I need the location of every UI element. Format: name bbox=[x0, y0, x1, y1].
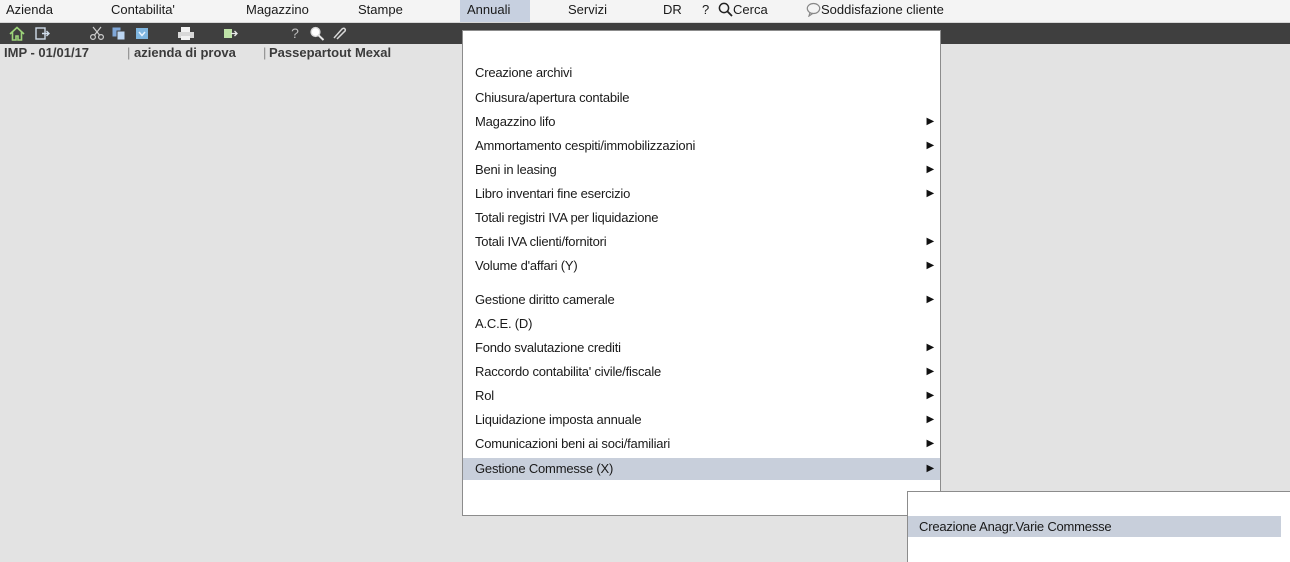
menu-item-beni-leasing[interactable]: Beni in leasing ▶ bbox=[463, 159, 940, 180]
menu-item-raccordo-contabilita[interactable]: Raccordo contabilita' civile/fiscale ▶ bbox=[463, 361, 940, 382]
menu-item-ammortamento[interactable]: Ammortamento cespiti/immobilizzazioni ▶ bbox=[463, 135, 940, 156]
menu-soddisfazione-label: Soddisfazione cliente bbox=[821, 2, 944, 17]
print-icon[interactable] bbox=[175, 24, 197, 43]
menu-item-label: Volume d'affari (Y) bbox=[475, 258, 578, 273]
menu-item-libro-inventari[interactable]: Libro inventari fine esercizio ▶ bbox=[463, 183, 940, 204]
menu-item-label: Magazzino lifo bbox=[475, 114, 556, 129]
menu-magazzino-label: Magazzino bbox=[246, 2, 309, 17]
menu-item-creazione-archivi[interactable]: Creazione archivi bbox=[463, 62, 940, 83]
menu-item-label: Beni in leasing bbox=[475, 162, 557, 177]
exit-icon[interactable] bbox=[31, 24, 53, 43]
menu-soddisfazione[interactable]: Soddisfazione cliente bbox=[800, 0, 950, 22]
submenu-arrow-icon: ▶ bbox=[926, 342, 935, 353]
menu-item-liquidazione-imposta[interactable]: Liquidazione imposta annuale ▶ bbox=[463, 409, 940, 430]
submenu-arrow-icon: ▶ bbox=[926, 390, 935, 401]
product-name: Passepartout Mexal bbox=[269, 45, 392, 60]
menu-item-label: Creazione Anagr.Varie Commesse bbox=[919, 519, 1112, 534]
copy-icon[interactable] bbox=[108, 24, 130, 43]
menu-item-diritto-camerale[interactable]: Gestione diritto camerale ▶ bbox=[463, 289, 940, 310]
menu-item-totali-registri-iva[interactable]: Totali registri IVA per liquidazione bbox=[463, 207, 940, 228]
menu-dr-label: DR bbox=[663, 2, 682, 17]
menu-item-totali-iva-clienti[interactable]: Totali IVA clienti/fornitori ▶ bbox=[463, 231, 940, 252]
submenu-arrow-icon: ▶ bbox=[926, 260, 935, 271]
menu-stampe-label: Stampe bbox=[358, 2, 403, 17]
menu-item-ace[interactable]: A.C.E. (D) bbox=[463, 313, 940, 334]
submenu-arrow-icon: ▶ bbox=[926, 463, 935, 474]
menu-item-label: Totali registri IVA per liquidazione bbox=[475, 210, 659, 225]
menu-item-rol[interactable]: Rol ▶ bbox=[463, 385, 940, 406]
paste-icon[interactable] bbox=[131, 24, 153, 43]
menu-azienda-label: Azienda bbox=[6, 2, 53, 17]
menu-azienda[interactable]: Azienda bbox=[0, 0, 59, 22]
menu-item-comunicazioni-beni[interactable]: Comunicazioni beni ai soci/familiari ▶ bbox=[463, 433, 940, 454]
separator: | bbox=[127, 45, 131, 60]
submenu-arrow-icon: ▶ bbox=[926, 366, 935, 377]
company-code: IMP - 01/01/17 bbox=[4, 45, 90, 60]
menu-servizi[interactable]: Servizi bbox=[562, 0, 613, 22]
menu-item-label: Totali IVA clienti/fornitori bbox=[475, 234, 607, 249]
menu-stampe[interactable]: Stampe bbox=[352, 0, 409, 22]
menu-item-label: Liquidazione imposta annuale bbox=[475, 412, 642, 427]
submenu-arrow-icon: ▶ bbox=[926, 438, 935, 449]
separator: | bbox=[263, 45, 267, 60]
menu-annuali[interactable]: Annuali bbox=[460, 0, 530, 22]
menu-item-label: Comunicazioni beni ai soci/familiari bbox=[475, 436, 671, 451]
submenu-arrow-icon: ▶ bbox=[926, 414, 935, 425]
export-icon[interactable] bbox=[219, 24, 241, 43]
menu-contabilita-label: Contabilita' bbox=[111, 2, 175, 17]
menu-cerca[interactable]: Cerca bbox=[712, 0, 774, 22]
menu-item-label: Creazione archivi bbox=[475, 65, 573, 80]
menu-item-label: Raccordo contabilita' civile/fiscale bbox=[475, 364, 662, 379]
menu-item-label: Ammortamento cespiti/immobilizzazioni bbox=[475, 138, 696, 153]
submenu-arrow-icon: ▶ bbox=[926, 164, 935, 175]
chat-bubble-icon bbox=[806, 2, 821, 18]
menu-dr[interactable]: DR bbox=[657, 0, 688, 22]
home-icon[interactable] bbox=[6, 24, 28, 43]
menu-item-label: Fondo svalutazione crediti bbox=[475, 340, 621, 355]
menu-cerca-label: Cerca bbox=[733, 2, 768, 17]
menu-magazzino[interactable]: Magazzino bbox=[240, 0, 315, 22]
menu-contabilita[interactable]: Contabilita' bbox=[105, 0, 181, 22]
search-icon bbox=[718, 2, 733, 17]
menu-help-label: ? bbox=[702, 2, 710, 17]
menu-item-creazione-anagr-commesse[interactable]: Creazione Anagr.Varie Commesse bbox=[908, 516, 1281, 537]
submenu-arrow-icon: ▶ bbox=[926, 294, 935, 305]
menu-item-label: Libro inventari fine esercizio bbox=[475, 186, 631, 201]
menu-item-magazzino-lifo[interactable]: Magazzino lifo ▶ bbox=[463, 111, 940, 132]
cut-icon[interactable] bbox=[86, 24, 108, 43]
annuali-dropdown-menu: Creazione archivi Chiusura/apertura cont… bbox=[462, 30, 941, 516]
menu-item-fondo-svalutazione[interactable]: Fondo svalutazione crediti ▶ bbox=[463, 337, 940, 358]
menu-item-volume-affari[interactable]: Volume d'affari (Y) ▶ bbox=[463, 255, 940, 276]
menu-item-label: A.C.E. (D) bbox=[475, 316, 533, 331]
submenu-arrow-icon: ▶ bbox=[926, 140, 935, 151]
attach-icon[interactable] bbox=[328, 24, 350, 43]
help-icon[interactable]: ? bbox=[284, 24, 306, 43]
gestione-commesse-submenu: Creazione Anagr.Varie Commesse bbox=[907, 491, 1290, 562]
menu-item-label: Gestione Commesse (X) bbox=[475, 461, 614, 476]
zoom-icon[interactable] bbox=[306, 24, 328, 43]
menu-item-gestione-commesse[interactable]: Gestione Commesse (X) ▶ bbox=[463, 458, 940, 480]
submenu-arrow-icon: ▶ bbox=[926, 116, 935, 127]
menu-item-label: Gestione diritto camerale bbox=[475, 292, 615, 307]
menu-item-label: Chiusura/apertura contabile bbox=[475, 90, 630, 105]
menu-item-label: Rol bbox=[475, 388, 494, 403]
menu-annuali-label: Annuali bbox=[467, 2, 511, 17]
menu-bar: Azienda Contabilita' Magazzino Stampe An… bbox=[0, 0, 1290, 23]
submenu-arrow-icon: ▶ bbox=[926, 236, 935, 247]
menu-servizi-label: Servizi bbox=[568, 2, 608, 17]
menu-item-chiusura-apertura[interactable]: Chiusura/apertura contabile bbox=[463, 87, 940, 108]
company-name: azienda di prova bbox=[134, 45, 236, 60]
submenu-arrow-icon: ▶ bbox=[926, 188, 935, 199]
